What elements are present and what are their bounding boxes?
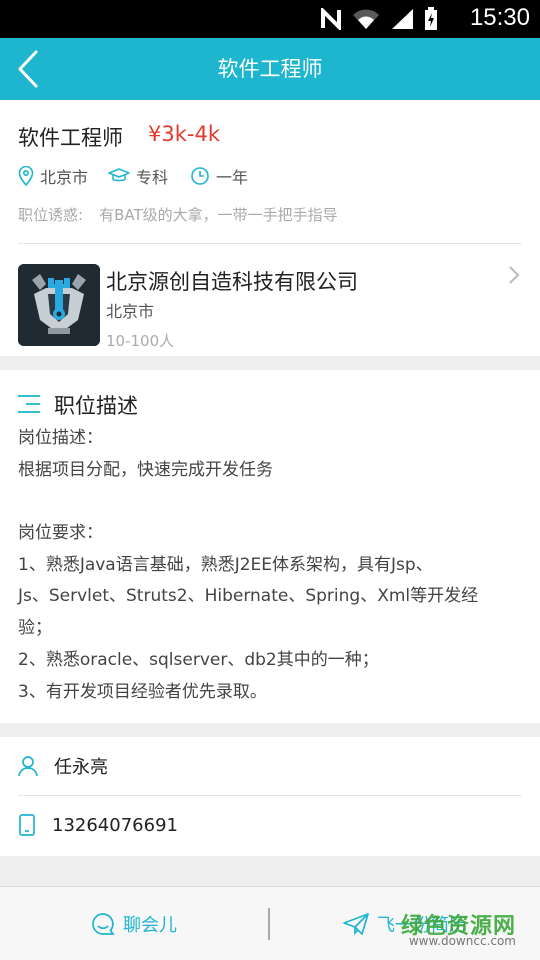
description-line: 验； (18, 618, 52, 639)
contact-phone: 13264076691 (52, 814, 178, 836)
graduation-cap-icon (108, 168, 130, 182)
company-city: 北京市 (106, 302, 155, 321)
divider (18, 243, 522, 244)
job-perk: 职位诱惑: 有BAT级的大拿，一带一手把手指导 (18, 204, 338, 225)
description-line: 岗位要求： (18, 523, 103, 544)
chat-bubble-icon (92, 913, 115, 935)
description-line: 1、熟悉Java语言基础，熟悉J2EE体系架构，具有Jsp、 (18, 554, 433, 575)
job-description-card: 职位描述 岗位描述： 根据项目分配，快速完成开发任务 岗位要求： 1、熟悉Jav… (0, 370, 540, 723)
job-title: 软件工程师 (18, 126, 123, 150)
job-experience-label: 一年 (216, 168, 249, 187)
clock-icon (191, 167, 209, 185)
contact-person-row: 任永亮 (18, 737, 522, 795)
contact-phone-row[interactable]: 13264076691 (18, 796, 522, 854)
job-city: 北京市 (40, 168, 89, 187)
perk-label: 职位诱惑: (18, 206, 84, 224)
nfc-icon (321, 8, 341, 30)
person-icon (18, 756, 38, 777)
battery-icon (425, 7, 437, 30)
status-time: 15:30 (469, 4, 530, 31)
paper-plane-icon (343, 913, 369, 936)
signal-icon (392, 9, 413, 29)
job-education-label: 专科 (136, 168, 169, 187)
list-icon (18, 395, 40, 413)
status-bar: 15:30 (0, 0, 540, 38)
status-icons (320, 6, 438, 32)
job-salary: ¥3k-4k (148, 122, 220, 146)
description-line: Js、Servlet、Struts2、Hibernate、Spring、Xml等… (18, 586, 479, 607)
chat-button-label: 聊会儿 (123, 915, 177, 936)
chat-button[interactable]: 聊会儿 (0, 887, 268, 960)
wifi-icon (353, 9, 379, 29)
contact-name: 任永亮 (54, 757, 108, 778)
job-education: 专科 (108, 164, 168, 188)
description-body: 岗位描述： 根据项目分配，快速完成开发任务 岗位要求： 1、熟悉Java语言基础… (18, 423, 522, 708)
chevron-right-icon (509, 266, 520, 284)
location-pin-icon (18, 166, 34, 186)
description-line: 根据项目分配，快速完成开发任务 (18, 459, 273, 480)
page-title: 软件工程师 (217, 57, 323, 81)
job-summary-card: 软件工程师 ¥3k-4k 北京市 专科 一年 职位诱惑: 有BAT级的大拿，一带一… (0, 100, 540, 356)
job-experience: 一年 (190, 164, 248, 188)
company-name: 北京源创自造科技有限公司 (106, 270, 358, 294)
company-size: 10-100人 (106, 332, 175, 350)
watermark-url: www.downcc.com (408, 934, 516, 948)
app-bar: 软件工程师 (0, 38, 540, 100)
company-logo (18, 264, 100, 346)
description-line: 2、熟悉oracle、sqlserver、db2其中的一种； (18, 649, 379, 670)
job-location: 北京市 (18, 164, 88, 188)
description-line (18, 486, 522, 518)
perk-text: 有BAT级的大拿，一带一手把手指导 (99, 206, 338, 224)
description-line: 3、有开发项目经验者优先录取。 (18, 681, 267, 702)
section-title: 职位描述 (54, 394, 138, 418)
description-line: 岗位描述： (18, 428, 103, 448)
phone-icon (19, 814, 35, 836)
contact-card: 任永亮 13264076691 (0, 737, 540, 856)
